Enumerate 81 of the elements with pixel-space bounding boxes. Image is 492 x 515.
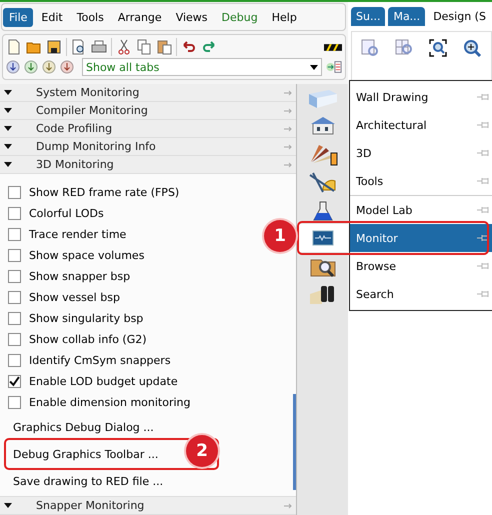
- menu-item[interactable]: Debug: [216, 8, 264, 26]
- menu-item[interactable]: Edit: [35, 8, 69, 26]
- hazard-stripe-icon[interactable]: [324, 44, 342, 50]
- checkbox[interactable]: [8, 207, 21, 220]
- menu-item[interactable]: Wall Drawing: [350, 83, 492, 111]
- menu-item[interactable]: Help: [266, 8, 303, 26]
- menu-item[interactable]: Model Lab: [350, 196, 492, 224]
- tab-list-icon[interactable]: [326, 59, 342, 75]
- menu-item[interactable]: Browse: [350, 252, 492, 280]
- checkbox[interactable]: [8, 375, 21, 388]
- cut-icon[interactable]: [116, 39, 132, 55]
- paste-icon[interactable]: [156, 39, 172, 55]
- option-label[interactable]: Enable LOD budget update: [29, 375, 178, 388]
- arrow-right-icon: [284, 502, 292, 510]
- checkbox[interactable]: [8, 228, 21, 241]
- document-tab[interactable]: Ma...: [388, 6, 426, 26]
- option-label[interactable]: Trace render time: [29, 228, 126, 241]
- menu-item[interactable]: Arrange: [112, 8, 168, 26]
- collapse-arrow-icon: [4, 90, 12, 95]
- menu-action[interactable]: Debug Graphics Toolbar ...: [4, 442, 168, 467]
- tab-filter-dropdown[interactable]: Show all tabs: [82, 58, 322, 76]
- scrollbar[interactable]: [293, 394, 296, 490]
- checkbox[interactable]: [8, 333, 21, 346]
- option-label[interactable]: Enable dimension monitoring: [29, 396, 190, 409]
- section-header[interactable]: Compiler Monitoring: [0, 102, 296, 120]
- option-label[interactable]: Show collab info (G2): [29, 333, 147, 346]
- menu-action[interactable]: Save drawing to RED file ...: [4, 469, 172, 494]
- option-label[interactable]: Show vessel bsp: [29, 291, 120, 304]
- collapse-arrow-icon: [4, 162, 12, 167]
- collapse-arrow-icon: [4, 108, 12, 113]
- option-label[interactable]: Colorful LODs: [29, 207, 104, 220]
- menu-item[interactable]: Monitor: [350, 224, 492, 252]
- checkbox[interactable]: [8, 291, 21, 304]
- document-tab[interactable]: Su...: [351, 6, 386, 26]
- menu-item[interactable]: Search: [350, 280, 492, 308]
- section-header[interactable]: Dump Monitoring Info: [0, 138, 296, 156]
- redo-icon[interactable]: [201, 39, 217, 55]
- checkbox[interactable]: [8, 270, 21, 283]
- arrow-right-icon: [284, 88, 292, 96]
- arrow-right-icon: [284, 160, 292, 168]
- category-button[interactable]: [297, 224, 348, 252]
- menu-action[interactable]: Graphics Debug Dialog ...: [4, 415, 163, 440]
- undo-icon[interactable]: [181, 39, 197, 55]
- arrow-right-icon: [284, 106, 292, 114]
- checkbox[interactable]: [8, 249, 21, 262]
- collapse-arrow-icon: [4, 144, 12, 149]
- caret-icon: [310, 64, 318, 70]
- document-tab[interactable]: Design (S: [428, 6, 491, 26]
- checkbox[interactable]: [8, 312, 21, 325]
- ruler-icon: [306, 170, 338, 194]
- step-badge: 1: [264, 220, 296, 252]
- checkbox[interactable]: [8, 186, 21, 199]
- checkbox[interactable]: [8, 396, 21, 409]
- section-header[interactable]: Code Profiling: [0, 120, 296, 138]
- new-file-icon[interactable]: [6, 39, 22, 55]
- menu-item[interactable]: File: [3, 8, 34, 26]
- option-label[interactable]: Show space volumes: [29, 249, 144, 262]
- menu-item[interactable]: Tools: [70, 8, 110, 26]
- option-label[interactable]: Show RED frame rate (FPS): [29, 186, 180, 199]
- menu-item[interactable]: Views: [170, 8, 214, 26]
- zoom-in-icon[interactable]: [462, 38, 482, 58]
- collapse-arrow-icon: [4, 126, 12, 131]
- menu-item[interactable]: Tools: [350, 167, 492, 195]
- option-label[interactable]: Show singularity bsp: [29, 312, 144, 325]
- section-header[interactable]: 3D Monitoring: [0, 156, 296, 174]
- section-header[interactable]: System Monitoring: [0, 84, 296, 102]
- collapse-arrow-icon: [4, 503, 12, 508]
- save-icon[interactable]: [46, 39, 62, 55]
- arrow-right-icon: [284, 124, 292, 132]
- arrow-right-icon: [284, 142, 292, 150]
- copy-icon[interactable]: [136, 39, 152, 55]
- zoom-one-icon[interactable]: [360, 38, 380, 58]
- option-label[interactable]: Show snapper bsp: [29, 270, 130, 283]
- section-header[interactable]: Snapper Monitoring: [0, 496, 296, 515]
- option-label[interactable]: Identify CmSym snappers: [29, 354, 171, 367]
- zoom-extents-icon[interactable]: [428, 38, 448, 58]
- checkbox[interactable]: [8, 354, 21, 367]
- step-badge: 2: [186, 435, 218, 467]
- printer-icon[interactable]: [91, 39, 107, 55]
- menu-item[interactable]: Architectural: [350, 111, 492, 139]
- menu-item[interactable]: 3D: [350, 139, 492, 167]
